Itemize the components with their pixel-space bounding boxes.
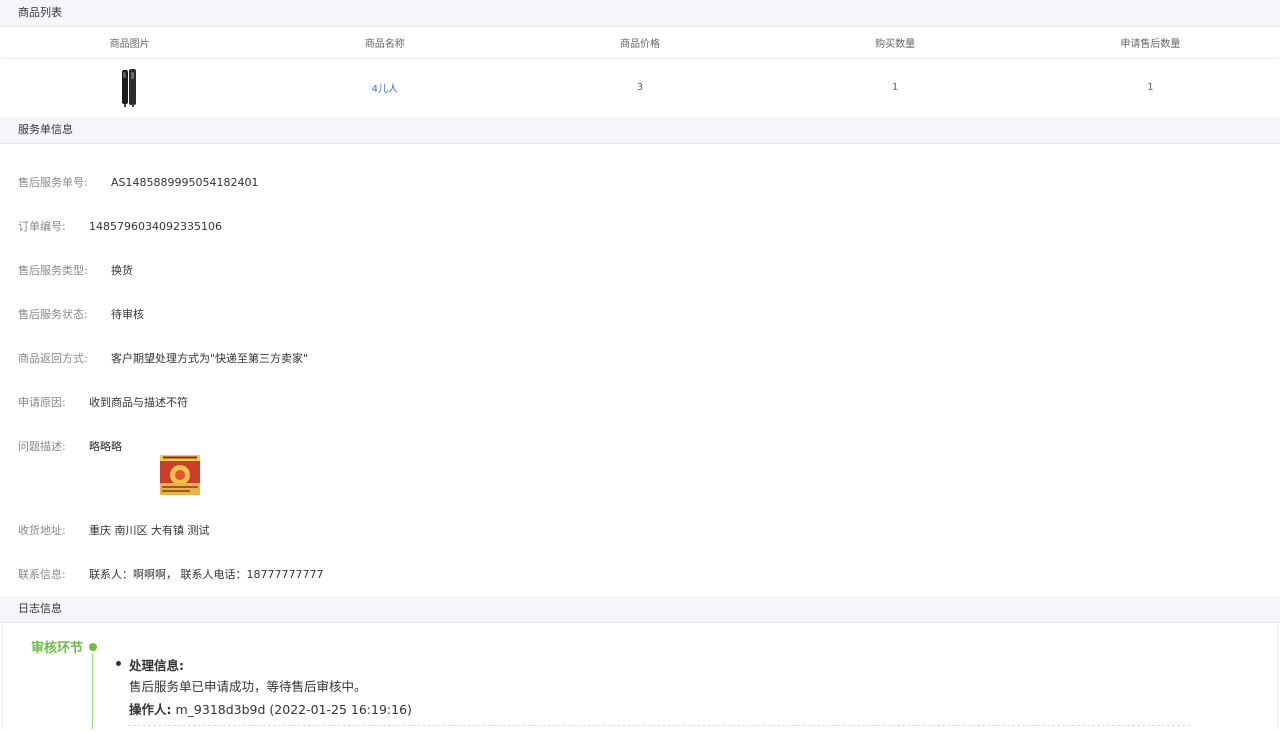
- service-section-header: 服务单信息: [0, 117, 1280, 144]
- field-label: 商品返回方式:: [18, 352, 88, 365]
- column-header-image: 商品图片: [2, 27, 258, 59]
- column-header-price: 商品价格: [512, 27, 768, 59]
- stage-title: 审核环节: [31, 641, 84, 656]
- log-section-title: 日志信息: [18, 602, 62, 615]
- goods-name-cell: 4儿人: [257, 58, 512, 117]
- table-row: 4儿人 3 1 1: [2, 58, 1278, 117]
- field-apply-reason: 申请原因: 收到商品与描述不符: [18, 394, 188, 410]
- field-label: 售后服务状态:: [18, 308, 88, 321]
- field-value: 1485796034092335106: [89, 220, 222, 233]
- goods-table: 商品图片 商品名称 商品价格 购买数量 申请售后数量 4儿人 3 1 1: [2, 27, 1278, 117]
- field-value: 重庆 南川区 大有镇 测试: [89, 524, 210, 537]
- timeline-dot: [89, 643, 97, 651]
- field-service-type: 售后服务类型: 换货: [18, 262, 133, 278]
- field-value: 联系人：啊啊啊， 联系人电话：18777777777: [89, 568, 324, 581]
- service-info-body: 售后服务单号: AS1485889995054182401 订单编号: 148579…: [0, 144, 1280, 596]
- problem-evidence-image[interactable]: [160, 455, 200, 495]
- log-heading: 处理信息:: [129, 658, 184, 673]
- column-header-name: 商品名称: [257, 27, 513, 59]
- log-section-header: 日志信息: [0, 596, 1280, 623]
- field-value: 换货: [111, 264, 133, 277]
- log-operator: 操作人: m_9318d3b9d (2022-01-25 16:19:16): [129, 699, 412, 718]
- field-label: 问题描述:: [18, 440, 66, 453]
- field-label: 联系信息:: [18, 568, 66, 581]
- service-section-title: 服务单信息: [18, 123, 73, 136]
- goods-section-title: 商品列表: [18, 6, 62, 19]
- log-message: 售后服务单已申请成功，等待售后审核中。: [129, 679, 367, 694]
- goods-after-sale-quantity-cell: 1: [1147, 82, 1154, 94]
- field-return-method: 商品返回方式: 客户期望处理方式为"快递至第三方卖家": [18, 350, 308, 366]
- field-order-id: 订单编号: 1485796034092335106: [18, 218, 222, 234]
- bullet-icon: [116, 661, 121, 666]
- goods-quantity-cell: 1: [891, 82, 899, 94]
- log-body: 审核环节 处理信息: 售后服务单已申请成功，等待售后审核中。 操作人: m_93…: [0, 623, 1280, 729]
- log-separator: [128, 725, 1190, 726]
- operator-label: 操作人:: [129, 702, 172, 717]
- field-service-status: 售后服务状态: 待审核: [18, 306, 144, 322]
- column-header-after-sale-quantity: 申请售后数量: [1022, 27, 1278, 59]
- field-label: 收货地址:: [18, 524, 66, 537]
- field-problem-description: 问题描述: 略略略: [18, 438, 122, 454]
- field-label: 订单编号:: [18, 220, 66, 233]
- field-after-sale-id: 售后服务单号: AS1485889995054182401: [18, 174, 258, 190]
- column-header-quantity: 购买数量: [767, 27, 1023, 59]
- goods-image-cell: [2, 58, 257, 117]
- field-value: AS1485889995054182401: [111, 176, 259, 189]
- operator-value: m_9318d3b9d (2022-01-25 16:19:16): [175, 702, 412, 717]
- goods-price-cell: 3: [636, 82, 644, 94]
- field-value: 收到商品与描述不符: [89, 396, 188, 409]
- field-value: 客户期望处理方式为"快递至第三方卖家": [111, 352, 309, 365]
- field-label: 申请原因:: [18, 396, 66, 409]
- phone-product-image[interactable]: [120, 68, 140, 108]
- field-label: 售后服务单号:: [18, 176, 88, 189]
- field-label: 售后服务类型:: [18, 264, 88, 277]
- goods-section-header: 商品列表: [0, 0, 1280, 27]
- field-value: 略略略: [89, 440, 122, 453]
- goods-table-header-row: 商品图片 商品名称 商品价格 购买数量 申请售后数量: [2, 27, 1278, 59]
- field-value: 待审核: [111, 308, 144, 321]
- field-shipping-address: 收货地址: 重庆 南川区 大有镇 测试: [18, 522, 210, 538]
- field-contact-info: 联系信息: 联系人：啊啊啊， 联系人电话：18777777777: [18, 566, 323, 582]
- timeline-line: [92, 653, 93, 729]
- goods-name-link[interactable]: 4儿人: [372, 84, 398, 95]
